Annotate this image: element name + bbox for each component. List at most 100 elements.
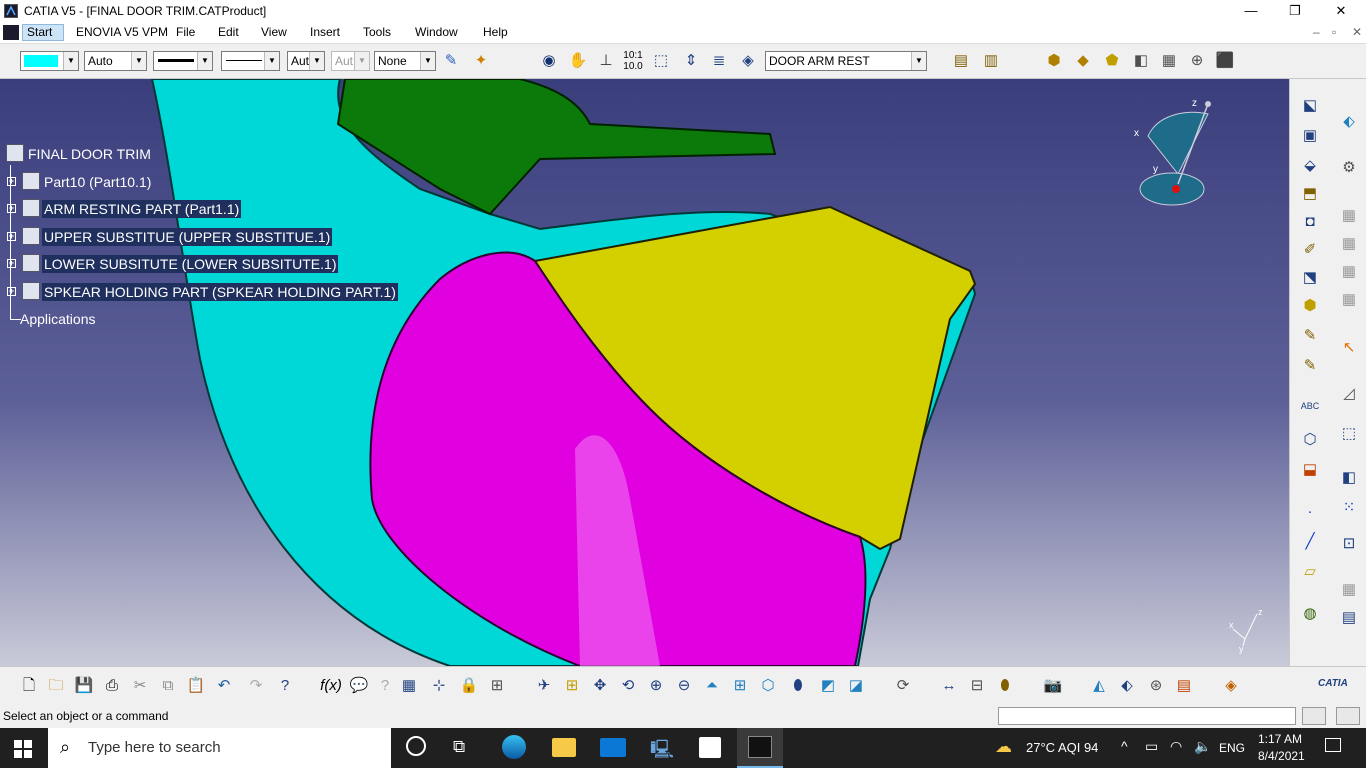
tree-item[interactable]: + UPPER SUBSTITUE (UPPER SUBSTITUE.1): [4, 227, 334, 247]
normal-view-icon[interactable]: ⏶: [701, 675, 723, 697]
clash-icon[interactable]: ✎: [1299, 325, 1321, 347]
flag-note-icon[interactable]: ⬡: [1299, 429, 1321, 451]
expand-icon[interactable]: +: [7, 259, 16, 268]
catalog-icon[interactable]: ▥: [980, 50, 1002, 72]
expand-icon[interactable]: +: [7, 204, 16, 213]
paste-icon[interactable]: 📋: [185, 675, 207, 697]
snapshot-icon[interactable]: ⬛: [1214, 50, 1236, 72]
wand-icon[interactable]: ✦: [470, 50, 492, 72]
pan-hand-icon[interactable]: ✋: [567, 50, 589, 72]
gear-icon[interactable]: ⚙: [1338, 157, 1360, 179]
disabled-tool-icon[interactable]: ▦: [1338, 289, 1360, 311]
menu-insert[interactable]: Insert: [310, 25, 340, 39]
catalog-icon[interactable]: ◧: [1338, 467, 1360, 489]
menu-window[interactable]: Window: [415, 25, 458, 39]
new-file-icon[interactable]: 🗋: [18, 675, 40, 697]
doc-minimize-button[interactable]: –: [1313, 25, 1320, 39]
formula-icon[interactable]: f(x): [320, 675, 342, 697]
rotate-icon[interactable]: ⟲: [617, 675, 639, 697]
component-icon[interactable]: ▣: [1299, 125, 1321, 147]
doc-restore-button[interactable]: ▫: [1332, 25, 1336, 39]
expand-icon[interactable]: +: [7, 287, 16, 296]
whats-this-icon[interactable]: ?: [274, 675, 296, 697]
measure-item-icon[interactable]: ⊟: [966, 675, 988, 697]
zoom-out-icon[interactable]: ⊖: [673, 675, 695, 697]
fly-icon[interactable]: ✈: [533, 675, 555, 697]
hide-show-icon[interactable]: ◩: [817, 675, 839, 697]
chevron-up-icon[interactable]: ^: [1121, 738, 1128, 754]
notification-icon[interactable]: [1325, 738, 1341, 752]
redo-icon[interactable]: ↷: [245, 675, 267, 697]
3d-viewport[interactable]: FINAL DOOR TRIM + Part10 (Part10.1) + AR…: [0, 79, 1289, 666]
clock-date[interactable]: 8/4/2021: [1258, 749, 1305, 763]
publish-icon[interactable]: ⬚: [1338, 423, 1360, 445]
grid-icon[interactable]: ⁙: [1338, 497, 1360, 519]
cursor-icon[interactable]: ↖: [1338, 337, 1360, 359]
cortana-icon[interactable]: [406, 736, 426, 756]
restore-button[interactable]: ❐: [1272, 0, 1318, 22]
table-icon[interactable]: ▦: [398, 675, 420, 697]
pan-icon[interactable]: ✥: [589, 675, 611, 697]
tree-item[interactable]: + LOWER SUBSITUTE (LOWER SUBSITUTE.1): [4, 254, 339, 274]
shading-icon[interactable]: ◆: [1072, 50, 1094, 72]
language-indicator[interactable]: ENG: [1219, 741, 1245, 755]
measure-inertia-icon[interactable]: ⬮: [994, 675, 1016, 697]
box-select-icon[interactable]: ⬚: [650, 50, 672, 72]
constraint-icon[interactable]: ✎: [1299, 355, 1321, 377]
line-thickness-combo[interactable]: ▼: [153, 51, 213, 71]
clock-time[interactable]: 1:17 AM: [1258, 732, 1302, 746]
file-explorer-icon[interactable]: [552, 738, 576, 757]
camera-icon[interactable]: 📷: [1042, 675, 1064, 697]
weld-icon[interactable]: ⬓: [1299, 459, 1321, 481]
computer-icon[interactable]: 🖳: [650, 737, 674, 767]
shading-icon[interactable]: ⬮: [787, 675, 809, 697]
wireframe-icon[interactable]: ▦: [1158, 50, 1180, 72]
manipulate-icon[interactable]: ✐: [1299, 239, 1321, 261]
menu-view[interactable]: View: [261, 25, 287, 39]
painter-icon[interactable]: ✎: [440, 50, 462, 72]
update-icon[interactable]: ⟳: [892, 675, 914, 697]
fly-mode-icon[interactable]: ◉: [538, 50, 560, 72]
wifi-icon[interactable]: ◠: [1170, 738, 1182, 755]
battery-icon[interactable]: ▭: [1145, 738, 1158, 755]
store-icon[interactable]: [699, 737, 721, 758]
open-folder-icon[interactable]: 🗀: [45, 675, 67, 697]
tree-item[interactable]: + SPKEAR HOLDING PART (SPKEAR HOLDING PA…: [4, 282, 398, 302]
existing-component-icon[interactable]: ⬙: [1299, 155, 1321, 177]
explode-icon[interactable]: ⬢: [1299, 295, 1321, 317]
menu-file[interactable]: File: [176, 25, 195, 39]
measure-ratio-icon[interactable]: 10:1 10.0: [622, 50, 644, 72]
product-selector-combo[interactable]: DOOR ARM REST ▼: [765, 51, 927, 71]
render-cube-icon[interactable]: ⬢: [1043, 50, 1065, 72]
fit-all-in-icon[interactable]: ⊞: [561, 675, 583, 697]
taskbar-search-box[interactable]: ⌕ Type here to search: [48, 728, 391, 768]
catia-taskbar-button[interactable]: [737, 728, 783, 768]
edge-browser-icon[interactable]: [502, 735, 526, 759]
text-annotation-icon[interactable]: ABC: [1299, 395, 1321, 417]
zoom-in-icon[interactable]: ⊕: [645, 675, 667, 697]
lineweight-combo[interactable]: Aut ▼: [287, 51, 325, 71]
graph-icon[interactable]: ⊹: [428, 675, 450, 697]
render-icon[interactable]: ⬖: [1116, 675, 1138, 697]
eraser-icon[interactable]: ⬖: [1338, 111, 1360, 133]
tree-root[interactable]: FINAL DOOR TRIM: [4, 144, 204, 164]
task-view-icon[interactable]: ⧉: [453, 737, 465, 757]
iso-view-icon[interactable]: ⬡: [757, 675, 779, 697]
material-icon[interactable]: ⬟: [1101, 50, 1123, 72]
disabled-tool-icon[interactable]: ▦: [1338, 261, 1360, 283]
knowledge-icon[interactable]: ?: [374, 675, 396, 697]
replace-icon[interactable]: ⬒: [1299, 183, 1321, 205]
line-type-combo[interactable]: ▼: [221, 51, 280, 71]
comment-icon[interactable]: 💬: [348, 675, 370, 697]
layer-filter-icon[interactable]: ◈: [737, 50, 759, 72]
axis-icon[interactable]: ⊥: [595, 50, 617, 72]
fit-icon[interactable]: ⇕: [680, 50, 702, 72]
target-icon[interactable]: ⊕: [1186, 50, 1208, 72]
weather-text[interactable]: 27°C AQI 94: [1026, 740, 1098, 755]
expand-icon[interactable]: +: [7, 177, 16, 186]
scan-icon[interactable]: ⊞: [486, 675, 508, 697]
pattern-combo[interactable]: None ▼: [374, 51, 436, 71]
command-button[interactable]: [1302, 707, 1326, 725]
layer-combo[interactable]: Auto ▼: [84, 51, 147, 71]
graph-tree-icon[interactable]: ◘: [1299, 211, 1321, 233]
